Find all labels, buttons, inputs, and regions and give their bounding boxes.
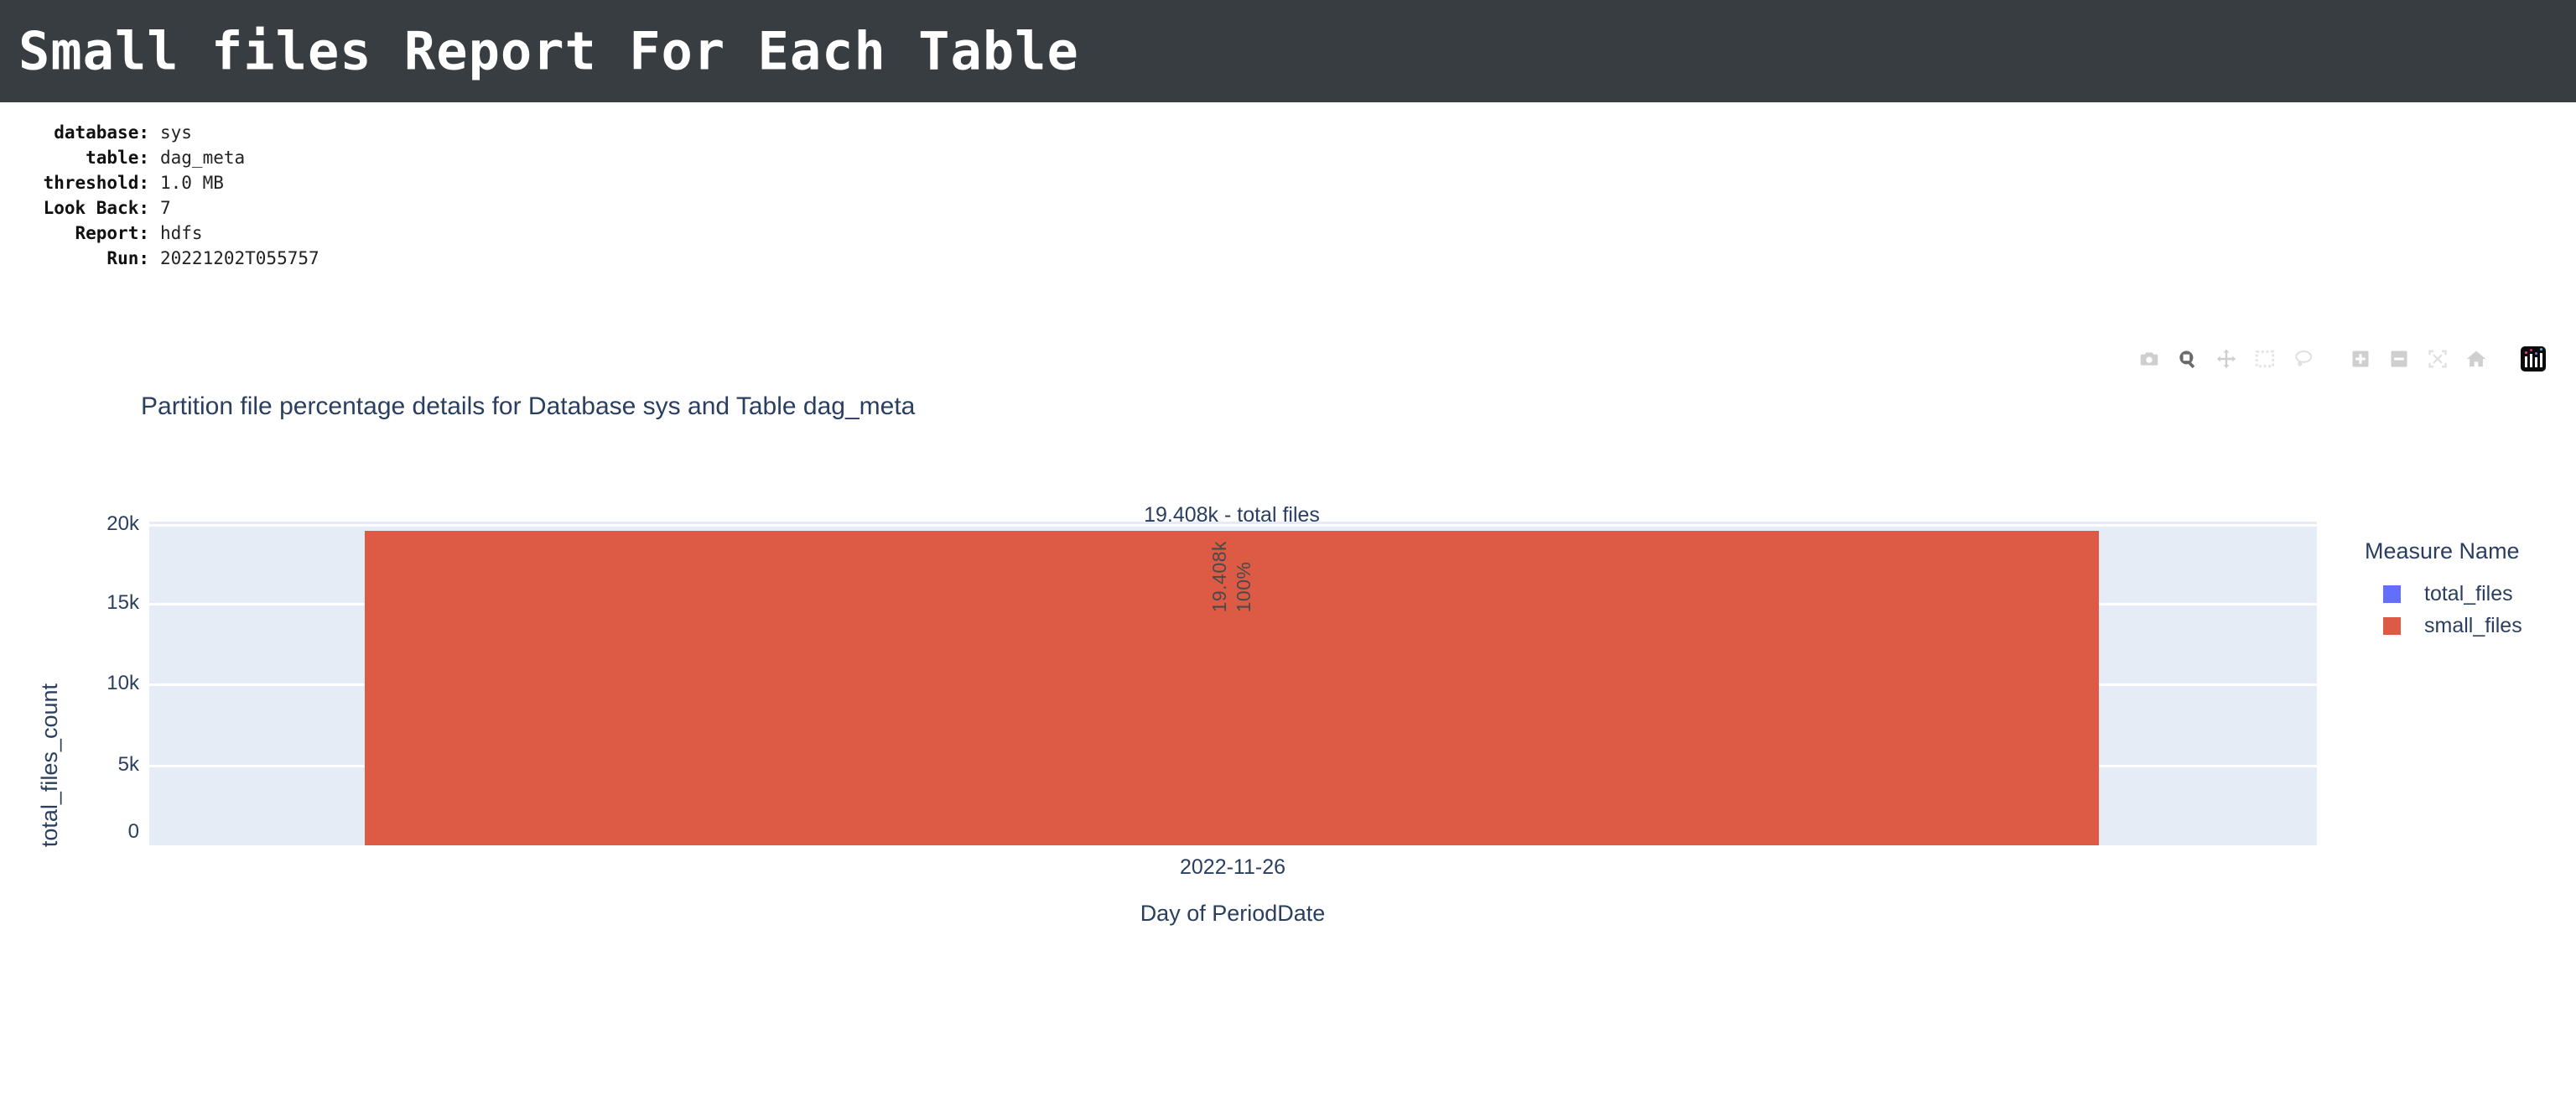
legend-item-total-files[interactable]: total_files <box>2365 578 2522 610</box>
modebar-logo-divider <box>2496 359 2514 360</box>
page-header: Small files Report For Each Table <box>0 0 2576 102</box>
bar-percent-label: 100% <box>1233 561 1254 613</box>
plotly-logo-bar <box>2534 352 2537 367</box>
legend-swatch-total-files <box>2383 585 2401 603</box>
legend-label-total-files: total_files <box>2424 581 2513 605</box>
metadata-label-run: Run: <box>106 248 149 268</box>
plotly-logo-bar <box>2539 348 2542 367</box>
metadata-row-table: table: dag_meta <box>0 145 319 170</box>
chart-title: Partition file percentage details for Da… <box>141 392 916 420</box>
reset-axes-home-icon[interactable] <box>2457 342 2496 376</box>
y-axis-ticks: 0 5k 10k 15k 20k <box>0 512 139 845</box>
modebar-group-divider <box>2323 359 2341 360</box>
page-title: Small files Report For Each Table <box>18 20 1079 82</box>
metadata-value-table: dag_meta <box>160 148 246 168</box>
y-tick-label: 20k <box>106 512 139 535</box>
metadata-label-report: Report: <box>75 223 149 243</box>
download-camera-icon[interactable] <box>2130 342 2168 376</box>
plotly-logo-icon[interactable] <box>2514 342 2553 376</box>
bar-total-annotation: 19.408k - total files <box>1144 503 1320 527</box>
plot-area[interactable]: 19.408k 100% 19.408k - total files <box>149 503 2317 845</box>
metadata-label-table: table: <box>86 148 149 168</box>
x-tick-label: 2022-11-26 <box>1179 855 1286 879</box>
legend-title: Measure Name <box>2365 538 2520 564</box>
legend-swatch-small-files <box>2383 616 2401 635</box>
metadata-row-database: database: sys <box>0 120 319 145</box>
plotly-modebar <box>2130 342 2553 376</box>
lasso-select-icon[interactable] <box>2284 342 2323 376</box>
plotly-logo-bar <box>2529 349 2532 367</box>
metadata-value-threshold: 1.0 MB <box>160 173 224 193</box>
legend-label-small-files: small_files <box>2424 613 2522 637</box>
metadata-label-look-back: Look Back: <box>43 198 149 218</box>
zoom-in-icon[interactable] <box>2341 342 2380 376</box>
metadata-row-report: Report: hdfs <box>0 221 319 246</box>
plotly-figure: Partition file percentage details for Da… <box>0 319 2576 1112</box>
metadata-label-database: database: <box>54 122 149 143</box>
x-axis-title: Day of PeriodDate <box>1140 901 1326 926</box>
box-select-icon[interactable] <box>2246 342 2284 376</box>
metadata-row-look-back: Look Back: 7 <box>0 195 319 221</box>
y-tick-label: 0 <box>127 820 139 843</box>
bar-inner-labels: 19.408k 100% <box>1208 541 1255 612</box>
metadata-value-report: hdfs <box>160 223 203 243</box>
metadata-value-database: sys <box>160 122 192 143</box>
zoom-out-icon[interactable] <box>2380 342 2418 376</box>
metadata-label-threshold: threshold: <box>43 173 149 193</box>
legend-item-small-files[interactable]: small_files <box>2365 610 2522 642</box>
plotly-logo-bar <box>2524 351 2527 367</box>
metadata-value-look-back: 7 <box>160 198 171 218</box>
metadata-row-threshold: threshold: 1.0 MB <box>0 170 319 195</box>
y-tick-label: 15k <box>106 590 139 614</box>
pan-icon[interactable] <box>2207 342 2246 376</box>
y-axis-title: total_files_count <box>37 683 62 848</box>
metadata-row-run: Run: 20221202T055757 <box>0 246 319 271</box>
metadata-value-run: 20221202T055757 <box>160 248 319 268</box>
bar-small-files[interactable]: 19.408k 100% <box>365 531 2099 845</box>
report-metadata: database: sys table: dag_meta threshold:… <box>0 120 319 271</box>
y-tick-label: 5k <box>117 752 139 776</box>
autoscale-icon[interactable] <box>2418 342 2457 376</box>
zoom-icon[interactable] <box>2168 342 2207 376</box>
bar-value-label: 19.408k <box>1208 541 1230 613</box>
chart-legend: Measure Name total_files small_files <box>2365 538 2522 642</box>
y-tick-label: 10k <box>106 672 139 694</box>
